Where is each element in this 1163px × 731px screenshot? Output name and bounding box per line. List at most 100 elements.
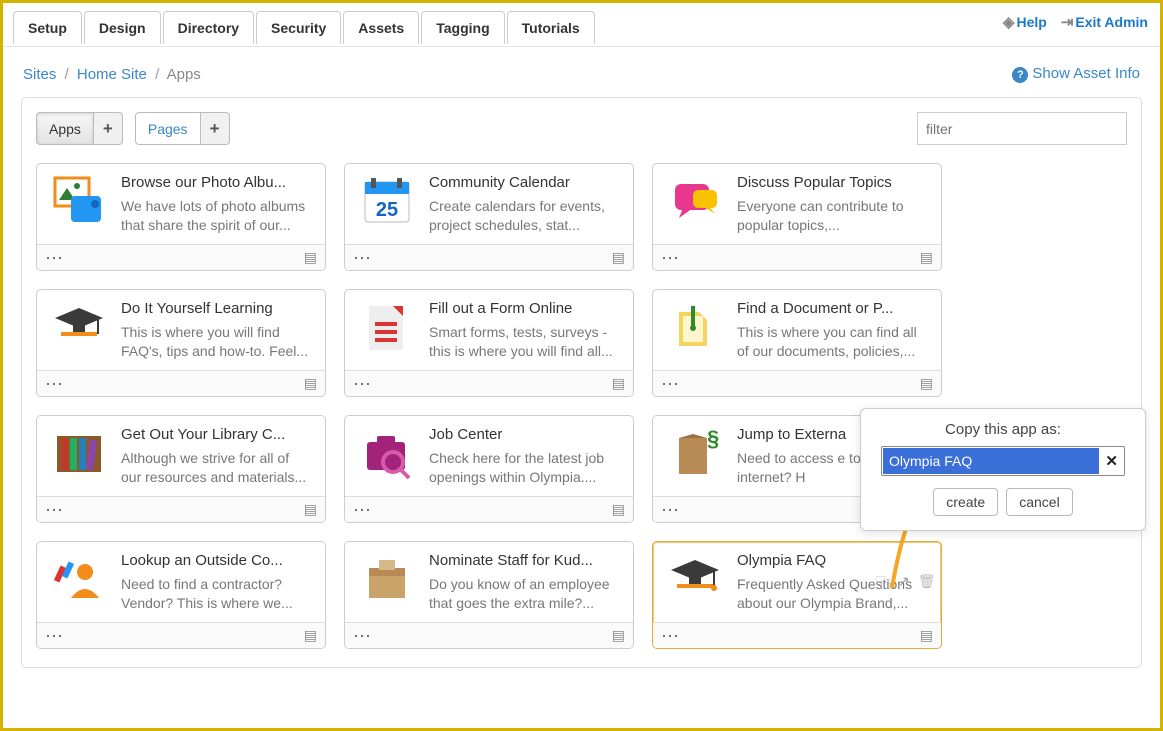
card-menu-icon[interactable]: ⋯ (353, 505, 372, 515)
help-icon: ◈ (1003, 14, 1015, 31)
popover-title: Copy this app as: (875, 421, 1131, 438)
app-description: We have lots of photo albums that share … (121, 197, 313, 235)
copy-name-input[interactable] (883, 448, 1099, 474)
app-title: Nominate Staff for Kud... (429, 552, 621, 569)
filter-input[interactable] (917, 112, 1127, 145)
app-title: Find a Document or P... (737, 300, 929, 317)
info-icon: ? (1012, 67, 1028, 83)
card-detail-icon[interactable]: ▤ (612, 249, 625, 266)
content-panel: Apps + Pages + Browse our Photo Albu... W… (21, 97, 1142, 668)
breadcrumb-home[interactable]: Home Site (77, 66, 147, 83)
pages-tab-button[interactable]: Pages (135, 112, 201, 145)
app-description: Check here for the latest job openings w… (429, 449, 621, 487)
card-detail-icon[interactable]: ▤ (304, 249, 317, 266)
app-description: Do you know of an employee that goes the… (429, 575, 621, 613)
app-title: Do It Yourself Learning (121, 300, 313, 317)
app-title: Browse our Photo Albu... (121, 174, 313, 191)
app-icon (49, 174, 109, 230)
app-icon: § (665, 426, 725, 482)
card-menu-icon[interactable]: ⋯ (45, 631, 64, 641)
app-card[interactable]: Do It Yourself Learning This is where you… (36, 289, 326, 397)
breadcrumb-current: Apps (167, 66, 201, 83)
show-asset-info[interactable]: ?Show Asset Info (1012, 65, 1140, 83)
copy-popover: Copy this app as: ✕ create cancel (860, 408, 1146, 531)
app-icon (357, 300, 417, 356)
exit-icon: ⇥ (1061, 14, 1074, 31)
app-description: Although we strive for all of our resour… (121, 449, 313, 487)
card-detail-icon[interactable]: ▤ (920, 249, 933, 266)
app-description: Create calendars for events, project sch… (429, 197, 621, 235)
card-menu-icon[interactable]: ⋯ (45, 253, 64, 263)
card-menu-icon[interactable]: ⋯ (45, 379, 64, 389)
app-card[interactable]: Discuss Popular Topics Everyone can contr… (652, 163, 942, 271)
card-menu-icon[interactable]: ⋯ (353, 253, 372, 263)
app-icon: 25 (357, 174, 417, 230)
app-icon (49, 552, 109, 608)
app-icon (49, 426, 109, 482)
apps-segment: Apps + (36, 112, 123, 145)
tab-assets[interactable]: Assets (343, 11, 419, 44)
add-page-button[interactable]: + (201, 112, 230, 145)
tab-tutorials[interactable]: Tutorials (507, 11, 595, 44)
tab-setup[interactable]: Setup (13, 11, 82, 44)
card-detail-icon[interactable]: ▤ (612, 501, 625, 518)
app-title: Get Out Your Library C... (121, 426, 313, 443)
breadcrumb: Sites / Home Site / Apps (23, 66, 201, 83)
svg-text:§: § (707, 428, 719, 451)
app-title: Community Calendar (429, 174, 621, 191)
app-title: Discuss Popular Topics (737, 174, 929, 191)
breadcrumb-sites[interactable]: Sites (23, 66, 56, 83)
card-detail-icon[interactable]: ▤ (920, 627, 933, 644)
app-card[interactable]: Get Out Your Library C... Although we str… (36, 415, 326, 523)
app-icon (665, 552, 725, 608)
card-menu-icon[interactable]: ⋯ (661, 505, 680, 515)
app-description: Need to find a contractor? Vendor? This … (121, 575, 313, 613)
app-card[interactable]: Lookup an Outside Co... Need to find a co… (36, 541, 326, 649)
app-description: This is where you can find all of our do… (737, 323, 929, 361)
app-icon (357, 426, 417, 482)
app-card[interactable]: Job Center Check here for the latest job … (344, 415, 634, 523)
card-menu-icon[interactable]: ⋯ (353, 379, 372, 389)
app-description: This is where you will find FAQ's, tips … (121, 323, 313, 361)
cards-grid: Browse our Photo Albu... We have lots of … (36, 163, 1127, 649)
pages-segment: Pages + (135, 112, 230, 145)
help-link[interactable]: ◈Help (1003, 13, 1047, 31)
clear-input-icon[interactable]: ✕ (1105, 452, 1118, 470)
app-icon (665, 300, 725, 356)
app-description: Everyone can contribute to popular topic… (737, 197, 929, 235)
app-title: Lookup an Outside Co... (121, 552, 313, 569)
app-card[interactable]: Browse our Photo Albu... We have lots of … (36, 163, 326, 271)
app-card[interactable]: Find a Document or P... This is where you… (652, 289, 942, 397)
card-menu-icon[interactable]: ⋯ (45, 505, 64, 515)
app-card[interactable]: Fill out a Form Online Smart forms, tests… (344, 289, 634, 397)
tab-design[interactable]: Design (84, 11, 161, 44)
svg-text:25: 25 (376, 199, 398, 221)
app-title: Fill out a Form Online (429, 300, 621, 317)
app-card[interactable]: Nominate Staff for Kud... Do you know of … (344, 541, 634, 649)
card-detail-icon[interactable]: ▤ (612, 627, 625, 644)
card-menu-icon[interactable]: ⋯ (661, 253, 680, 263)
app-description: Smart forms, tests, surveys - this is wh… (429, 323, 621, 361)
cancel-button[interactable]: cancel (1006, 488, 1072, 516)
tab-directory[interactable]: Directory (163, 11, 254, 44)
add-app-button[interactable]: + (94, 112, 123, 145)
card-menu-icon[interactable]: ⋯ (353, 631, 372, 641)
card-detail-icon[interactable]: ▤ (920, 375, 933, 392)
app-icon (665, 174, 725, 230)
tab-security[interactable]: Security (256, 11, 341, 44)
app-title: Job Center (429, 426, 621, 443)
apps-tab-button[interactable]: Apps (36, 112, 94, 145)
app-icon (49, 300, 109, 356)
main-tabs: Setup Design Directory Security Assets T… (3, 3, 1160, 47)
card-detail-icon[interactable]: ▤ (304, 501, 317, 518)
card-detail-icon[interactable]: ▤ (304, 375, 317, 392)
create-button[interactable]: create (933, 488, 998, 516)
card-detail-icon[interactable]: ▤ (612, 375, 625, 392)
exit-admin-link[interactable]: ⇥Exit Admin (1061, 13, 1148, 31)
tab-tagging[interactable]: Tagging (421, 11, 504, 44)
card-menu-icon[interactable]: ⋯ (661, 631, 680, 641)
app-card[interactable]: 25 Community Calendar Create calendars for… (344, 163, 634, 271)
app-icon (357, 552, 417, 608)
card-detail-icon[interactable]: ▤ (304, 627, 317, 644)
card-menu-icon[interactable]: ⋯ (661, 379, 680, 389)
